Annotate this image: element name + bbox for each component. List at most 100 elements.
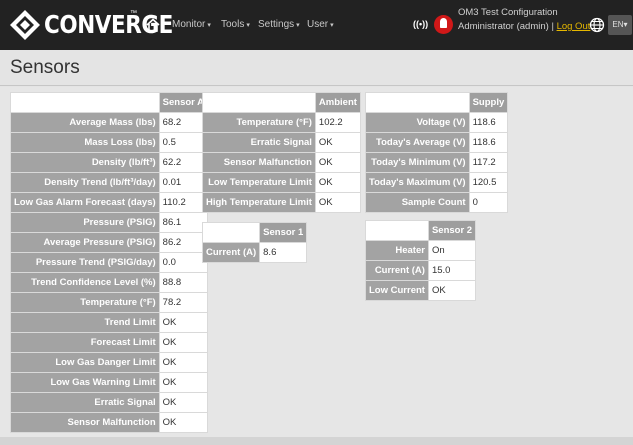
table-corner-cell bbox=[201, 222, 261, 243]
table-header-row: Sensor A bbox=[10, 92, 209, 113]
table-row: Sensor Malfunction OK bbox=[10, 412, 209, 433]
row-label: Forecast Limit bbox=[10, 332, 160, 353]
row-label: Today's Maximum (V) bbox=[365, 172, 470, 193]
row-label: High Temperature Limit bbox=[202, 192, 316, 213]
row-label: Low Gas Alarm Forecast (days) bbox=[10, 192, 160, 213]
nav-monitor[interactable]: Monitor ▾ bbox=[172, 18, 211, 33]
table-row: Current (A) 15.0 bbox=[365, 260, 477, 281]
table-row: Pressure (PSIG) 86.1 bbox=[10, 212, 209, 233]
table-row: Density (lb/ft³) 62.2 bbox=[10, 152, 209, 173]
column-header: Supply bbox=[468, 92, 509, 113]
row-label: Average Pressure (PSIG) bbox=[10, 232, 160, 253]
column-header: Sensor 2 bbox=[427, 220, 477, 241]
row-label: Trend Limit bbox=[10, 312, 160, 333]
row-value: OK bbox=[314, 172, 361, 193]
nav-tools-label: Tools bbox=[221, 19, 245, 30]
row-value: 120.5 bbox=[468, 172, 509, 193]
row-value: 102.2 bbox=[314, 112, 361, 133]
row-value: 15.0 bbox=[427, 260, 477, 281]
globe-icon[interactable] bbox=[589, 17, 605, 33]
table-row: Average Mass (lbs) 68.2 bbox=[10, 112, 209, 133]
table-header-row: Ambient bbox=[202, 92, 361, 113]
column-header: Sensor 1 bbox=[259, 222, 308, 243]
row-label: Today's Average (V) bbox=[365, 132, 470, 153]
row-label: Low Gas Warning Limit bbox=[10, 372, 160, 393]
user-info: Administrator (admin) | Log Out bbox=[458, 21, 590, 32]
logout-link[interactable]: Log Out bbox=[557, 21, 591, 32]
nav-settings-label: Settings bbox=[258, 19, 295, 30]
row-label: Erratic Signal bbox=[202, 132, 316, 153]
row-label: Erratic Signal bbox=[10, 392, 160, 413]
table-header-row: Supply bbox=[365, 92, 509, 113]
nav-settings[interactable]: Settings ▾ bbox=[258, 18, 300, 33]
row-label: Heater bbox=[365, 240, 429, 261]
trademark-symbol: ™ bbox=[130, 10, 137, 17]
sensor-a-table: Sensor A Average Mass (lbs) 68.2 Mass Loss… bbox=[10, 92, 209, 433]
table-corner-cell bbox=[10, 92, 160, 113]
chevron-down-icon: ▾ bbox=[623, 20, 628, 29]
chevron-down-icon: ▾ bbox=[296, 22, 300, 29]
row-value: OK bbox=[158, 372, 209, 393]
table-row: Temperature (°F) 78.2 bbox=[10, 292, 209, 313]
chevron-down-icon: ▾ bbox=[330, 22, 334, 29]
row-label: Average Mass (lbs) bbox=[10, 112, 160, 133]
table-row: Density Trend (lb/ft³/day) 0.01 bbox=[10, 172, 209, 193]
column-header: Sensor A bbox=[158, 92, 209, 113]
table-row: Pressure Trend (PSIG/day) 0.0 bbox=[10, 252, 209, 273]
row-label: Pressure (PSIG) bbox=[10, 212, 160, 233]
row-value: OK bbox=[158, 352, 209, 373]
row-value: 62.2 bbox=[158, 152, 209, 173]
table-row: Low Gas Alarm Forecast (days) 110.2 bbox=[10, 192, 209, 213]
row-value: 110.2 bbox=[158, 192, 209, 213]
table-header-row: Sensor 2 bbox=[365, 220, 477, 241]
converge-logo-icon bbox=[10, 10, 40, 40]
row-value: 8.6 bbox=[259, 242, 308, 263]
row-label: Low Current bbox=[365, 280, 429, 301]
row-value: 117.2 bbox=[468, 152, 509, 173]
row-label: Trend Confidence Level (%) bbox=[10, 272, 160, 293]
nav-monitor-label: Monitor bbox=[172, 19, 206, 30]
row-value: 118.6 bbox=[468, 112, 509, 133]
table-row: Low Gas Danger Limit OK bbox=[10, 352, 209, 373]
table-row: High Temperature Limit OK bbox=[202, 192, 361, 213]
table-row: Temperature (°F) 102.2 bbox=[202, 112, 361, 133]
row-value: 0.0 bbox=[158, 252, 209, 273]
row-label: Temperature (°F) bbox=[202, 112, 316, 133]
column-header: Ambient bbox=[314, 92, 361, 113]
row-value: OK bbox=[314, 192, 361, 213]
page-title: Sensors bbox=[10, 57, 80, 78]
row-value: OK bbox=[314, 152, 361, 173]
row-label: Temperature (°F) bbox=[10, 292, 160, 313]
nav-user[interactable]: User ▾ bbox=[307, 18, 334, 33]
row-label: Density Trend (lb/ft³/day) bbox=[10, 172, 160, 193]
row-label: Low Temperature Limit bbox=[202, 172, 316, 193]
row-value: OK bbox=[158, 332, 209, 353]
nav-tools[interactable]: Tools ▾ bbox=[221, 18, 250, 33]
row-value: 68.2 bbox=[158, 112, 209, 133]
home-icon[interactable] bbox=[145, 17, 161, 33]
row-value: 118.6 bbox=[468, 132, 509, 153]
user-name: Administrator (admin) | bbox=[458, 21, 557, 32]
row-value: OK bbox=[158, 312, 209, 333]
row-value: OK bbox=[158, 412, 209, 433]
language-select[interactable]: EN▾ bbox=[608, 15, 632, 35]
row-value: 88.8 bbox=[158, 272, 209, 293]
table-row: Voltage (V) 118.6 bbox=[365, 112, 509, 133]
table-corner-cell bbox=[365, 92, 470, 113]
table-row: Low Temperature Limit OK bbox=[202, 172, 361, 193]
table-row: Today's Average (V) 118.6 bbox=[365, 132, 509, 153]
sensor-2-table: Sensor 2 Heater On Current (A) 15.0 Low Curr… bbox=[365, 220, 477, 301]
sensor-1-table: Sensor 1 Current (A) 8.6 bbox=[201, 222, 308, 263]
signal-icon[interactable]: ((•)) bbox=[413, 19, 428, 29]
row-label: Sensor Malfunction bbox=[10, 412, 160, 433]
table-row: Low Gas Warning Limit OK bbox=[10, 372, 209, 393]
row-label: Mass Loss (lbs) bbox=[10, 132, 160, 153]
table-corner-cell bbox=[202, 92, 316, 113]
table-corner-cell bbox=[365, 220, 429, 241]
row-label: Today's Minimum (V) bbox=[365, 152, 470, 173]
alarm-bell-icon[interactable] bbox=[434, 15, 453, 34]
chevron-down-icon: ▾ bbox=[246, 22, 250, 29]
top-navigation-bar: CONVERGE ™ Monitor ▾ Tools ▾ Settings ▾ Use… bbox=[0, 0, 633, 50]
row-label: Sample Count bbox=[365, 192, 470, 213]
table-row: Today's Maximum (V) 120.5 bbox=[365, 172, 509, 193]
